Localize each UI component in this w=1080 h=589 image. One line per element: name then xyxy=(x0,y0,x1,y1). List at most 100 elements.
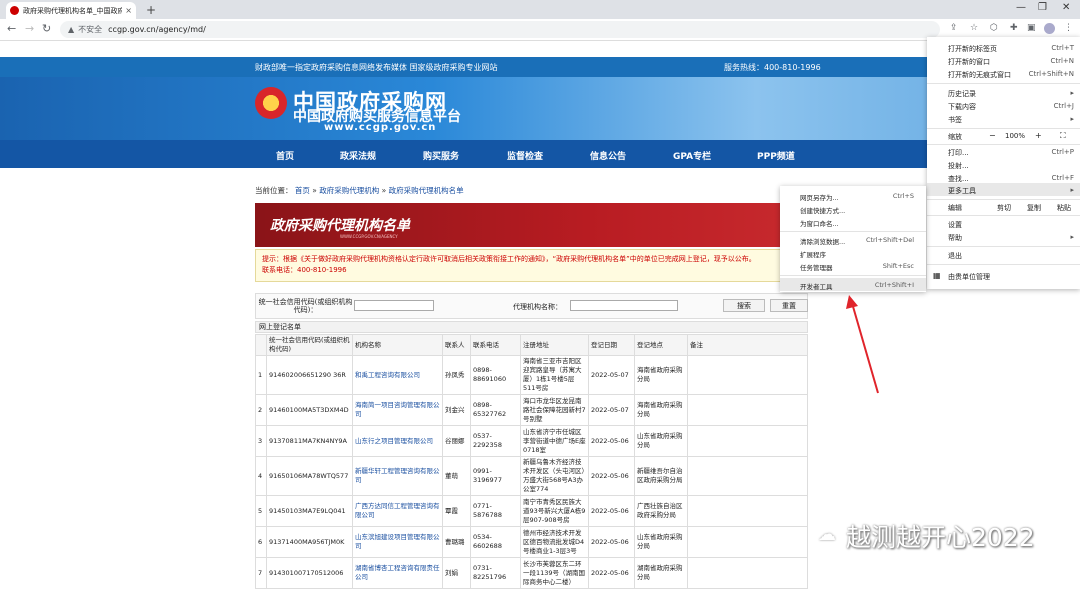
breadcrumb-home[interactable]: 首页 xyxy=(295,186,310,195)
table-cell: 海口市龙华区龙昆南路社会保障花园新村7号别墅 xyxy=(520,394,589,426)
table-cell: 91370811MA7KN4NY9A xyxy=(266,425,353,457)
agency-name-link[interactable]: 山东滨旭建设项目管理有限公司 xyxy=(352,526,443,558)
table-header-cell: 登记日期 xyxy=(588,334,635,356)
edit-copy-button[interactable]: 复制 xyxy=(1027,203,1041,213)
menu-item-new-tab[interactable]: 打开新的标签页 xyxy=(948,44,997,54)
warning-icon: ▲ xyxy=(68,25,75,34)
agency-name-link[interactable]: 和禹工程咨询有限公司 xyxy=(352,355,443,395)
fullscreen-icon[interactable]: ⛶ xyxy=(1060,131,1066,141)
menu-item-new-window[interactable]: 打开新的窗口 xyxy=(948,57,990,67)
table-cell: 德州市经济技术开发区德百物流批发城D4号楼商业1-3层3号 xyxy=(520,526,589,558)
nav-item-ppp[interactable]: PPP频道 xyxy=(757,149,795,162)
url-text: ccgp.gov.cn/agency/md/ xyxy=(108,25,206,34)
agency-name-link[interactable]: 山东行之项目管理有限公司 xyxy=(352,425,443,457)
minimize-icon[interactable]: — xyxy=(1016,2,1026,13)
menu-item-help[interactable]: 帮助 xyxy=(948,233,962,243)
share-icon[interactable]: ⇪ xyxy=(950,23,958,33)
bookmark-star-icon[interactable]: ☆ xyxy=(970,23,978,33)
back-icon[interactable]: ← xyxy=(7,22,16,35)
reset-button[interactable]: 重置 xyxy=(770,299,808,312)
table-cell xyxy=(687,456,808,496)
submenu-task-manager[interactable]: 任务管理器 xyxy=(800,262,833,272)
table-cell: 0731-82251796 xyxy=(470,557,521,589)
menu-item-print[interactable]: 打印... xyxy=(948,148,969,158)
menu-item-settings[interactable]: 设置 xyxy=(948,220,962,230)
table-row: 5 91450103MA7E9LQ041 广西方达同信工程管理咨询有限公司 覃霞 077… xyxy=(255,495,808,527)
submenu-create-shortcut[interactable]: 创建快捷方式... xyxy=(800,205,845,215)
edit-paste-button[interactable]: 粘贴 xyxy=(1057,203,1071,213)
menu-item-bookmarks[interactable]: 书签 xyxy=(948,115,962,125)
nav-item-announcements[interactable]: 信息公告 xyxy=(590,149,626,162)
address-bar[interactable]: ▲ 不安全 ccgp.gov.cn/agency/md/ xyxy=(60,21,940,38)
table-header-cell xyxy=(255,334,267,356)
search-button[interactable]: 搜索 xyxy=(723,299,765,312)
restore-icon[interactable]: ❐ xyxy=(1038,2,1047,13)
menu-item-exit[interactable]: 退出 xyxy=(948,251,962,261)
list-banner-title: 政府采购代理机构名单 xyxy=(270,218,410,234)
new-tab-button[interactable]: + xyxy=(146,3,156,17)
menu-divider xyxy=(927,215,1080,216)
table-cell: 2022-05-06 xyxy=(588,456,635,496)
table-header-cell: 注册地址 xyxy=(520,334,589,356)
site-slogan: 财政部唯一指定政府采购信息网络发布媒体 国家级政府采购专业网站 xyxy=(255,63,498,72)
nav-item-services[interactable]: 购买服务 xyxy=(423,149,459,162)
breadcrumb-agency[interactable]: 政府采购代理机构 xyxy=(319,186,379,195)
watermark-text: 越测越开心2022 xyxy=(846,523,1035,552)
submenu-devtools[interactable]: 开发者工具 xyxy=(800,281,833,291)
table-cell: 0898-65327762 xyxy=(470,394,521,426)
menu-item-cast[interactable]: 投射... xyxy=(948,161,969,171)
tab-close-icon[interactable]: × xyxy=(125,6,132,15)
menu-item-history[interactable]: 历史记录 xyxy=(948,89,976,99)
notice-phone: 联系电话：400-810-1996 xyxy=(262,266,347,274)
zoom-in-button[interactable]: + xyxy=(1035,131,1042,140)
puzzle-icon[interactable]: ✚ xyxy=(1010,23,1018,33)
agency-name-link[interactable]: 海南简一项目咨询管理有限公司 xyxy=(352,394,443,426)
table-cell: 董萌 xyxy=(442,456,471,496)
nav-item-gpa[interactable]: GPA专栏 xyxy=(673,149,711,162)
managed-building-icon: ▦ xyxy=(933,271,941,280)
menu-divider xyxy=(927,83,1080,84)
submenu-name-window[interactable]: 为窗口命名... xyxy=(800,218,839,228)
extension-icon[interactable]: ⬡ xyxy=(990,23,998,33)
nav-item-supervision[interactable]: 监督检查 xyxy=(507,149,543,162)
menu-item-downloads[interactable]: 下载内容 xyxy=(948,102,976,112)
close-window-icon[interactable]: ✕ xyxy=(1062,2,1070,13)
menu-item-more-tools[interactable]: 更多工具 xyxy=(948,186,976,196)
submenu-save-page[interactable]: 网页另存为... xyxy=(800,192,839,202)
profile-avatar[interactable] xyxy=(1044,23,1055,34)
submenu-extensions[interactable]: 扩展程序 xyxy=(800,249,826,259)
zoom-out-button[interactable]: − xyxy=(989,131,996,140)
agency-name-link[interactable]: 湖南省博杏工程咨询有限责任公司 xyxy=(352,557,443,589)
insecure-label: 不安全 xyxy=(78,25,103,34)
reload-icon[interactable]: ↻ xyxy=(42,22,51,35)
menu-divider xyxy=(927,246,1080,247)
credit-code-input[interactable] xyxy=(354,300,434,311)
table-cell xyxy=(687,526,808,558)
table-row: 6 91371400MA956TJM0K 山东滨旭建设项目管理有限公司 曹璐璐 0534… xyxy=(255,526,808,558)
submenu-clear-data[interactable]: 清除浏览数据... xyxy=(800,236,845,246)
sidebar-icon[interactable]: ▣ xyxy=(1027,23,1036,33)
nav-item-regulations[interactable]: 政采法规 xyxy=(340,149,376,162)
list-section-title: 网上登记名单 xyxy=(255,321,808,333)
table-cell: 山东省政府采购分局 xyxy=(634,526,688,558)
table-cell: 91650106MA78WTQ577 xyxy=(266,456,353,496)
forward-icon[interactable]: → xyxy=(25,22,34,35)
menu-item-managed[interactable]: 由贵单位管理 xyxy=(948,272,990,282)
menu-shortcut: Ctrl+T xyxy=(1051,44,1074,52)
agency-name-link[interactable]: 广西方达同信工程管理咨询有限公司 xyxy=(352,495,443,527)
table-cell: 3 xyxy=(255,425,267,457)
site-top-strip: 财政部唯一指定政府采购信息网络发布媒体 国家级政府采购专业网站 服务热线：400… xyxy=(0,57,1080,77)
breadcrumb-list[interactable]: 政府采购代理机构名单 xyxy=(389,186,464,195)
agency-name-input[interactable] xyxy=(570,300,678,311)
menu-item-find[interactable]: 查找... xyxy=(948,174,969,184)
agency-name-link[interactable]: 新疆华轩工程管理咨询有限公司 xyxy=(352,456,443,496)
browser-tab[interactable]: 政府采购代理机构名单_中国政府 × xyxy=(6,2,136,19)
table-cell: 山东省政府采购分局 xyxy=(634,425,688,457)
menu-kebab-icon[interactable]: ⋮ xyxy=(1064,23,1073,33)
table-row: 3 91370811MA7KN4NY9A 山东行之项目管理有限公司 谷丽娜 0537-2… xyxy=(255,425,808,457)
menu-item-incognito[interactable]: 打开新的无痕式窗口 xyxy=(948,70,1011,80)
edit-cut-button[interactable]: 剪切 xyxy=(997,203,1011,213)
nav-item-home[interactable]: 首页 xyxy=(276,149,294,162)
menu-shortcut: Ctrl+Shift+I xyxy=(874,281,914,289)
menu-shortcut: Ctrl+J xyxy=(1053,102,1074,110)
